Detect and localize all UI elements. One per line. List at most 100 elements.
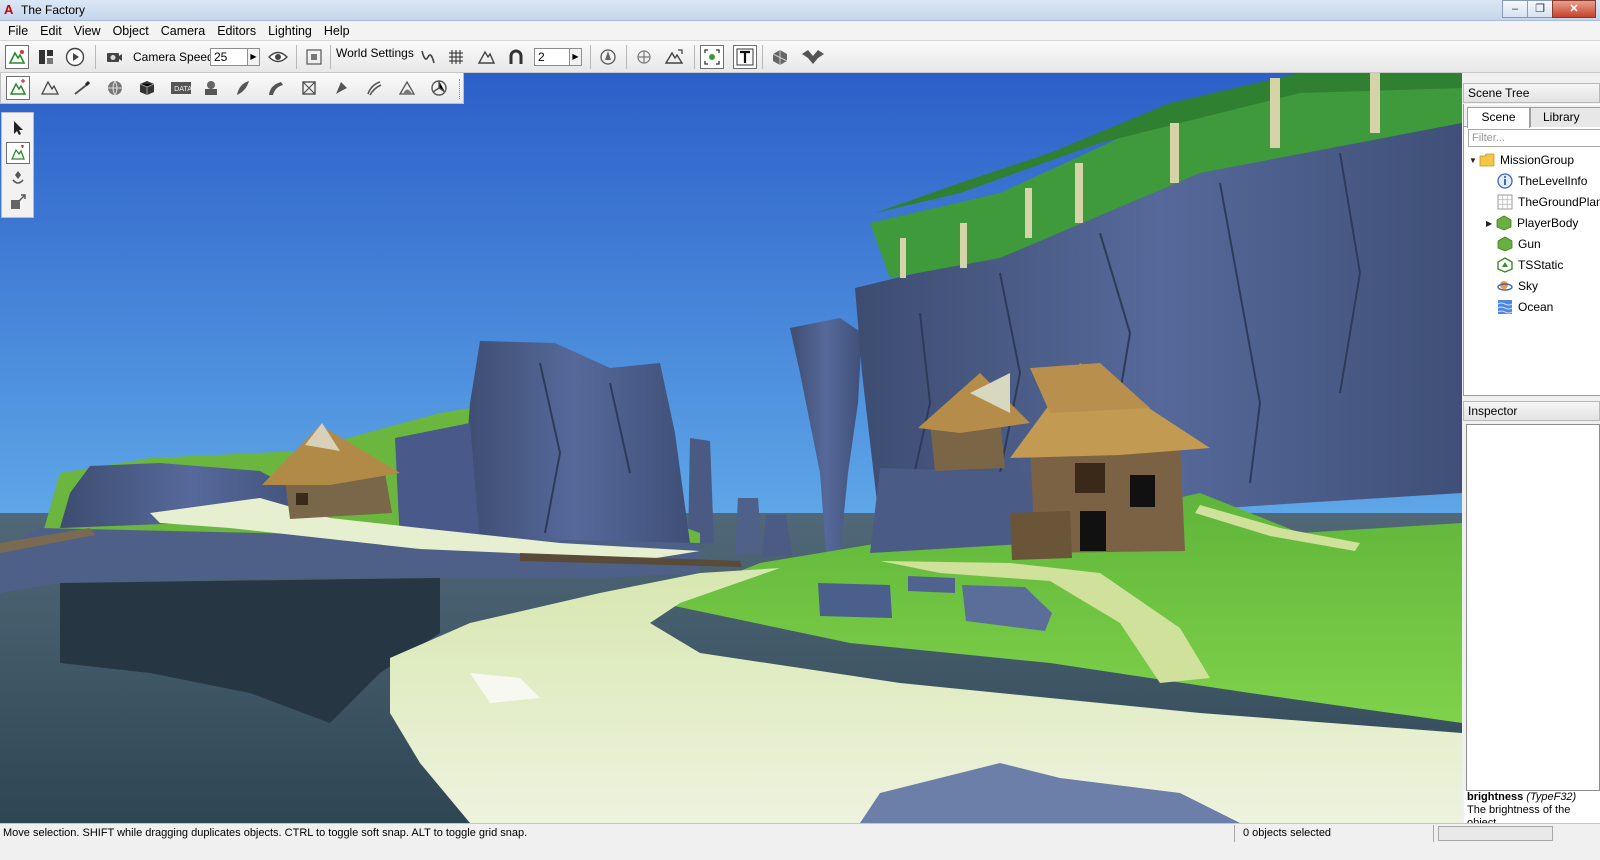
mesh-road-editor-icon[interactable] <box>297 76 321 100</box>
tree-item-sky[interactable]: Sky <box>1497 276 1538 296</box>
toolbar-separator <box>626 45 627 69</box>
menu-help[interactable]: Help <box>318 21 356 41</box>
menu-edit[interactable]: Edit <box>34 21 68 41</box>
play-icon[interactable] <box>63 45 87 69</box>
terrain-editor-icon[interactable] <box>38 76 62 100</box>
rotate-tool-icon[interactable] <box>6 167 30 189</box>
toolbar-separator <box>762 45 763 69</box>
text-labels-icon[interactable] <box>733 45 757 69</box>
menu-view[interactable]: View <box>68 21 107 41</box>
grid-snap-icon[interactable] <box>444 45 468 69</box>
menu-file[interactable]: File <box>2 21 34 41</box>
rock-spire <box>688 438 714 545</box>
toolbar-grip[interactable] <box>459 79 463 99</box>
object-center-icon[interactable] <box>596 45 620 69</box>
minimize-button[interactable]: – <box>1502 0 1528 18</box>
toolbar-separator <box>296 45 297 69</box>
menu-lighting[interactable]: Lighting <box>262 21 318 41</box>
tree-item-label: TheGroundPlane <box>1518 195 1600 209</box>
tree-item-label: Sky <box>1518 279 1539 293</box>
window-bottom-edge <box>0 842 1600 860</box>
tree-item-label: MissionGroup <box>1500 153 1575 167</box>
shape-icon <box>1496 215 1512 231</box>
sketch-tool-icon[interactable] <box>135 76 159 100</box>
menu-bar: File Edit View Object Camera Editors Lig… <box>0 21 1600 41</box>
navmesh-editor-icon[interactable] <box>427 76 451 100</box>
tree-item-label: TSStatic <box>1518 258 1564 272</box>
scene-filter-input[interactable]: Filter... <box>1468 129 1600 147</box>
menu-object[interactable]: Object <box>107 21 155 41</box>
app-logo-icon: A <box>4 2 14 17</box>
tree-item-gun[interactable]: Gun <box>1497 234 1541 254</box>
datablock-editor-icon[interactable]: DATA <box>168 76 194 100</box>
gui-editor-icon[interactable] <box>34 45 58 69</box>
camera-speed-spin-button[interactable]: ▶ <box>248 48 260 66</box>
terrain-painter-icon[interactable] <box>70 76 94 100</box>
snap-value-input[interactable]: 2 <box>534 48 570 66</box>
particle-editor-icon[interactable] <box>362 76 386 100</box>
tab-scene[interactable]: Scene <box>1467 107 1530 128</box>
convex-editor-icon[interactable] <box>395 76 419 100</box>
toolbar-separator <box>95 45 96 69</box>
snap-to-terrain-icon[interactable] <box>416 45 440 69</box>
tree-item-playerbody[interactable]: ▶ PlayerBody <box>1486 213 1578 233</box>
expand-arrow-icon[interactable]: ▶ <box>1486 219 1496 228</box>
inspector-field-name: brightness <box>1467 791 1524 803</box>
tab-library[interactable]: Library <box>1530 107 1600 127</box>
main-toolbar: Camera Speed 25 ▶ World Settings 2 ▶ <box>0 41 1600 73</box>
forest-editor-icon[interactable] <box>199 76 223 100</box>
datablock-editor-icon[interactable] <box>798 45 828 69</box>
scale-tool-icon[interactable] <box>6 191 30 213</box>
terrain-snap-icon[interactable] <box>474 45 498 69</box>
tree-item-tsstatic[interactable]: TSStatic <box>1497 255 1563 275</box>
scene-tree-header: Scene Tree <box>1463 83 1600 103</box>
selection-box-icon[interactable] <box>700 45 724 69</box>
tree-item-label: Gun <box>1518 237 1541 251</box>
status-divider <box>1433 825 1434 842</box>
frame-selection-icon[interactable] <box>302 45 326 69</box>
magnet-snap-icon[interactable] <box>504 45 528 69</box>
snap-value-spin-button[interactable]: ▶ <box>570 48 582 66</box>
shape-editor-icon[interactable] <box>768 45 792 69</box>
camera-speed-input[interactable]: 25 <box>210 48 248 66</box>
rock-spire <box>735 498 762 555</box>
tree-item-label: TheLevelInfo <box>1518 174 1588 188</box>
decal-editor-icon[interactable] <box>231 76 255 100</box>
tree-item-thelevelinfo[interactable]: TheLevelInfo <box>1497 171 1587 191</box>
stone-block <box>908 576 955 593</box>
select-arrow-icon[interactable] <box>6 117 30 139</box>
scene-tree-tabs: Scene Library <box>1464 105 1600 128</box>
bounds-center-icon[interactable] <box>632 45 656 69</box>
material-editor-icon[interactable] <box>103 76 127 100</box>
inspector-panel[interactable] <box>1466 424 1600 791</box>
restore-button[interactable]: ❐ <box>1527 0 1553 18</box>
camera-icon[interactable] <box>102 45 126 69</box>
tree-item-missiongroup[interactable]: ▼ MissionGroup <box>1469 150 1574 170</box>
3d-viewport[interactable] <box>0 73 1462 823</box>
folder-icon <box>1479 153 1495 167</box>
menu-camera[interactable]: Camera <box>155 21 211 41</box>
road-editor-icon[interactable] <box>330 76 354 100</box>
object-editor-icon[interactable] <box>6 76 30 100</box>
left-cliff-shadow <box>395 423 480 543</box>
world-transform-icon[interactable] <box>662 45 686 69</box>
stone-block <box>818 583 892 618</box>
menu-editors[interactable]: Editors <box>211 21 262 41</box>
tree-item-ocean[interactable]: Ocean <box>1497 297 1553 317</box>
close-button[interactable]: ✕ <box>1552 0 1596 18</box>
window-controls: – ❐ ✕ <box>1502 0 1596 18</box>
scene-render <box>0 73 1462 823</box>
tree-item-thegroundplane[interactable]: TheGroundPlane <box>1497 192 1600 212</box>
status-progress-field <box>1438 826 1553 841</box>
svg-text:DATA: DATA <box>174 85 192 93</box>
inspector-field-type: (TypeF32) <box>1526 791 1577 803</box>
world-editor-icon[interactable] <box>5 45 29 69</box>
camera-speed-label: Camera Speed <box>133 50 214 64</box>
expand-arrow-icon[interactable]: ▼ <box>1469 156 1479 165</box>
river-editor-icon[interactable] <box>264 76 288 100</box>
water-icon <box>1497 300 1513 314</box>
status-bar: Move selection. SHIFT while dragging dup… <box>0 823 1600 842</box>
world-settings-label[interactable]: World Settings <box>336 46 414 60</box>
visibility-eye-icon[interactable] <box>266 45 290 69</box>
move-tool-icon[interactable] <box>6 142 30 164</box>
